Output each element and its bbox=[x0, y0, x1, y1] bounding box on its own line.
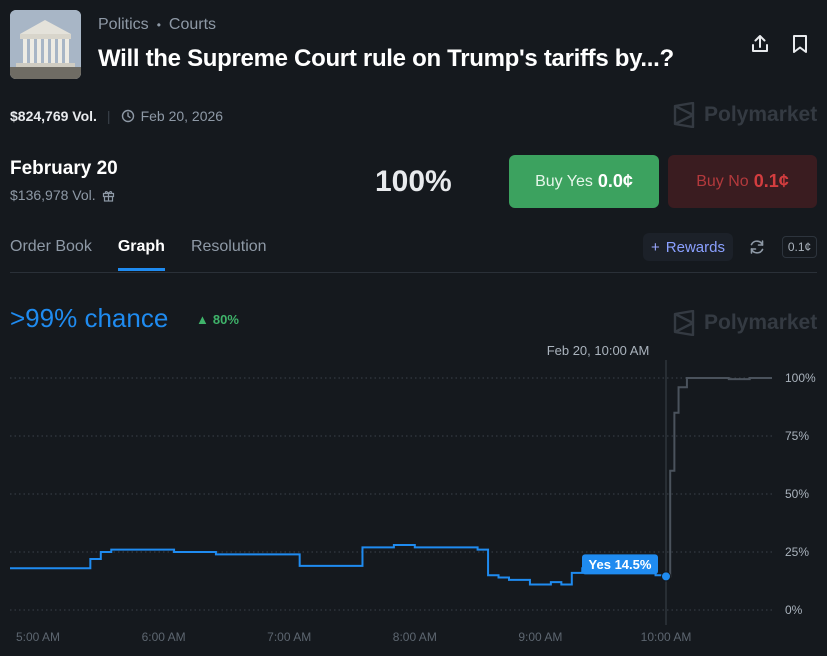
page-title: Will the Supreme Court rule on Trump's t… bbox=[98, 45, 674, 72]
brand-name: Polymarket bbox=[704, 103, 818, 126]
market-tabs: Order Book Graph Resolution bbox=[10, 238, 267, 271]
y-axis: 0% 25% 50% 75% 100% bbox=[785, 371, 816, 617]
end-date: Feb 20, 2026 bbox=[121, 108, 224, 124]
y-tick-label: 75% bbox=[785, 429, 809, 443]
tabs-divider bbox=[10, 272, 817, 273]
breadcrumb-separator: • bbox=[156, 18, 161, 32]
hover-time-label: Feb 20, 10:00 AM bbox=[547, 343, 650, 358]
value-tooltip: Yes 14.5% bbox=[582, 554, 658, 575]
triangle-up-icon: ▲ bbox=[196, 312, 209, 327]
price-chart[interactable]: 0% 25% 50% 75% 100% 5:00 AM 6:00 AM 7:00 AM 8:0… bbox=[0, 335, 827, 656]
polymarket-logo-icon bbox=[673, 102, 695, 128]
graph-brand-name: Polymarket bbox=[704, 311, 818, 334]
buy-no-button[interactable]: Buy No 0.1¢ bbox=[668, 155, 817, 208]
graph-brand-watermark: Polymarket bbox=[672, 310, 817, 336]
tab-resolution[interactable]: Resolution bbox=[191, 238, 267, 271]
bookmark-icon[interactable] bbox=[789, 33, 811, 55]
rewards-label: Rewards bbox=[665, 238, 725, 256]
x-tick-label: 5:00 AM bbox=[16, 630, 60, 644]
y-tick-label: 0% bbox=[785, 603, 803, 617]
tab-graph[interactable]: Graph bbox=[117, 238, 165, 271]
plus-icon: + bbox=[651, 238, 660, 256]
x-tick-label: 6:00 AM bbox=[142, 630, 186, 644]
end-date-text: Feb 20, 2026 bbox=[140, 108, 224, 124]
meta-divider: | bbox=[106, 108, 111, 124]
chance-change: ▲ 80% bbox=[196, 312, 239, 327]
buy-yes-price: 0.0¢ bbox=[597, 171, 633, 191]
polymarket-logo-icon bbox=[673, 310, 695, 336]
y-tick-label: 100% bbox=[785, 371, 816, 385]
rewards-button[interactable]: + Rewards bbox=[643, 233, 733, 261]
market-probability: 100% bbox=[375, 165, 452, 198]
chance-change-value: 80% bbox=[212, 312, 239, 327]
brand-watermark: Polymarket bbox=[672, 102, 817, 128]
breadcrumb: Politics • Courts bbox=[98, 16, 216, 34]
supreme-court-image bbox=[10, 10, 81, 79]
x-tick-label: 9:00 AM bbox=[518, 630, 562, 644]
series-line-yes bbox=[10, 377, 772, 586]
gift-icon[interactable] bbox=[102, 189, 115, 202]
spread-selector[interactable]: 0.1¢ bbox=[782, 236, 817, 258]
y-tick-label: 25% bbox=[785, 545, 809, 559]
market-thumbnail bbox=[10, 10, 81, 79]
series-marker bbox=[661, 571, 671, 582]
buy-no-label: Buy No bbox=[696, 172, 749, 190]
share-icon[interactable] bbox=[749, 33, 771, 55]
tab-order-book[interactable]: Order Book bbox=[10, 238, 92, 271]
refresh-icon[interactable] bbox=[748, 238, 766, 256]
market-volume: $136,978 Vol. bbox=[10, 187, 115, 203]
clock-icon bbox=[121, 109, 134, 123]
y-tick-label: 50% bbox=[785, 487, 809, 501]
buy-yes-button[interactable]: Buy Yes 0.0¢ bbox=[509, 155, 659, 208]
chance-headline: >99% chance bbox=[10, 303, 169, 333]
x-tick-label: 10:00 AM bbox=[641, 630, 692, 644]
total-volume: $824,769 Vol. bbox=[10, 108, 97, 124]
buy-no-price: 0.1¢ bbox=[753, 171, 789, 191]
market-volume-text: $136,978 Vol. bbox=[10, 187, 96, 203]
tooltip-text: Yes 14.5% bbox=[589, 557, 652, 572]
x-tick-label: 8:00 AM bbox=[393, 630, 437, 644]
buy-yes-label: Buy Yes bbox=[535, 172, 593, 190]
x-axis: 5:00 AM 6:00 AM 7:00 AM 8:00 AM 9:00 AM 10:00… bbox=[16, 630, 691, 644]
event-meta: $824,769 Vol. | Feb 20, 2026 bbox=[10, 108, 223, 124]
breadcrumb-courts[interactable]: Courts bbox=[169, 16, 216, 34]
breadcrumb-politics[interactable]: Politics bbox=[98, 16, 149, 34]
x-tick-label: 7:00 AM bbox=[267, 630, 311, 644]
market-label: February 20 bbox=[10, 158, 118, 179]
